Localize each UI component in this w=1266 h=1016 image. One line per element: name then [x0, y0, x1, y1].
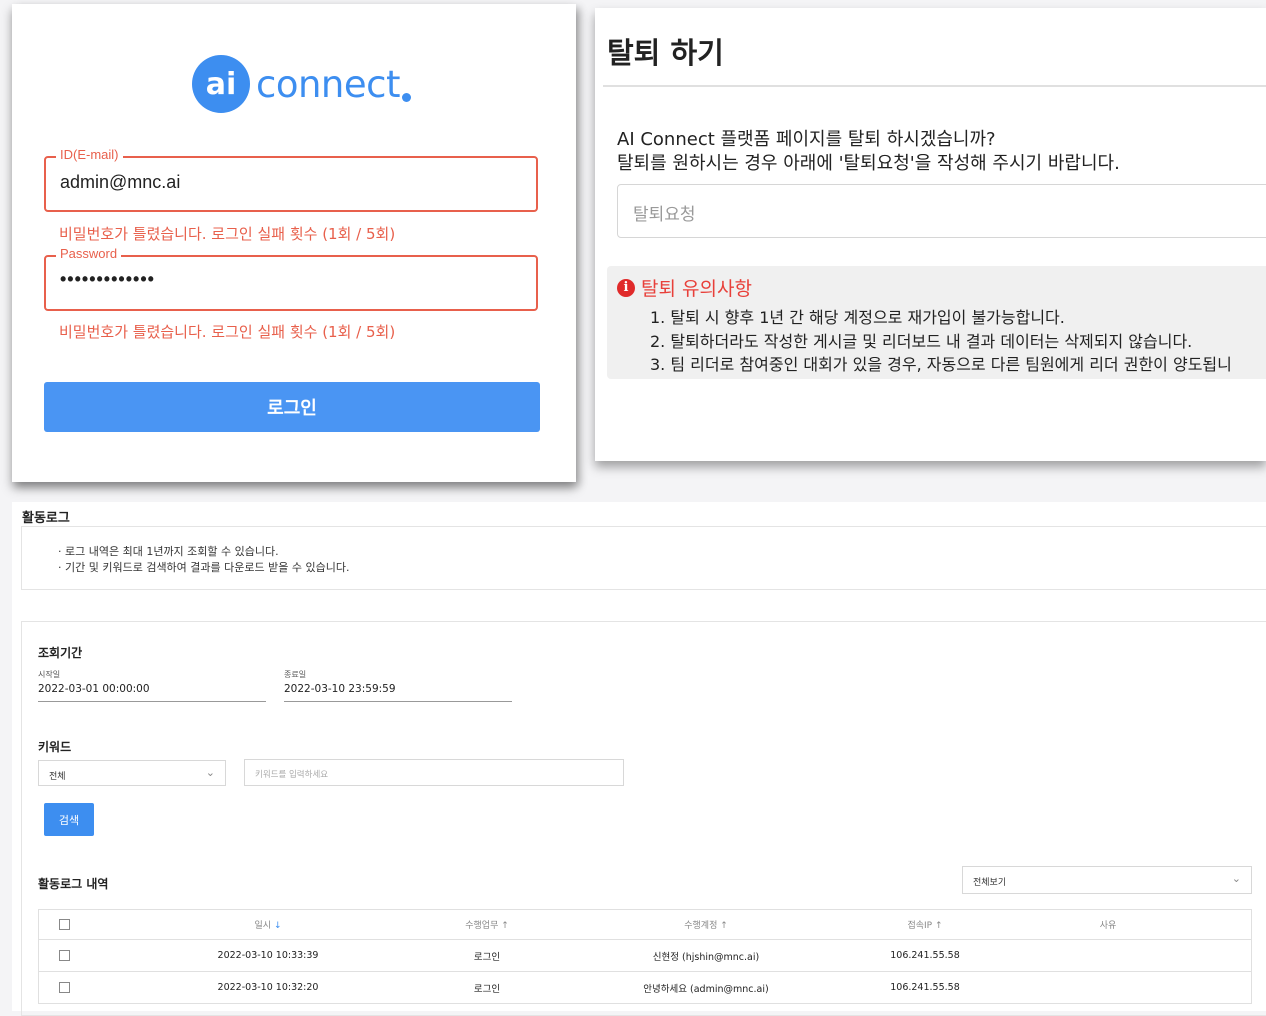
col-reason-label: 사유	[1099, 921, 1117, 931]
start-date-label: 시작일	[38, 670, 61, 679]
withdraw-notice-box: i 탈퇴 유의사항 1. 탈퇴 시 향후 1년 간 해당 계정으로 재가입이 불…	[607, 266, 1266, 379]
col-ip[interactable]: 접속IP ↑	[885, 909, 965, 940]
period-label: 조회기간	[38, 646, 83, 660]
row-account: 신현정 (hjshin@mnc.ai)	[527, 939, 885, 972]
withdraw-panel: 탈퇴 하기 AI Connect 플랫폼 페이지를 탈퇴 하시겠습니까? 탈퇴를…	[595, 8, 1266, 461]
table-row[interactable]: 2022-03-10 10:32:20 로그인 안녕하세요 (admin@mnc…	[38, 971, 1252, 1004]
row-ip: 106.241.55.58	[885, 939, 965, 972]
row-checkbox[interactable]	[58, 982, 70, 993]
col-account-label: 수행계정	[684, 921, 718, 931]
sort-asc-icon[interactable]: ↑	[717, 921, 728, 931]
row-task: 로그인	[447, 971, 527, 1004]
col-datetime-label: 일시	[254, 921, 272, 931]
password-field-label: Password	[56, 246, 122, 261]
keyword-type-select[interactable]: 전체 ⌄	[38, 760, 226, 786]
row-ip: 106.241.55.58	[885, 971, 965, 1004]
keyword-input[interactable]: 키워드를 입력하세요	[244, 759, 624, 786]
log-info-line: · 기간 및 키워드로 검색하여 결과를 다운로드 받을 수 있습니다.	[58, 561, 350, 574]
notice-item: 1. 탈퇴 시 향후 1년 간 해당 계정으로 재가입이 불가능합니다.	[650, 308, 1065, 327]
logo-badge: ai	[192, 53, 254, 113]
end-date-underline	[284, 701, 512, 702]
col-task-label: 수행업무	[465, 921, 499, 931]
row-datetime: 2022-03-10 10:32:20	[89, 971, 447, 1004]
withdraw-title: 탈퇴 하기	[607, 36, 724, 70]
keyword-label: 키워드	[38, 740, 72, 754]
search-button[interactable]: 검색	[44, 803, 94, 836]
sort-asc-icon[interactable]: ↑	[932, 921, 943, 931]
notice-item: 3. 팀 리더로 참여중인 대회가 있을 경우, 자동으로 다른 팀원에게 리더…	[650, 355, 1232, 374]
withdraw-request-input[interactable]: 탈퇴요청	[617, 184, 1266, 238]
row-task: 로그인	[447, 939, 527, 972]
login-button[interactable]: 로그인	[44, 382, 540, 432]
email-field-value[interactable]: admin@mnc.ai	[60, 172, 180, 193]
info-icon: i	[617, 278, 635, 297]
notice-item: 2. 탈퇴하더라도 작성한 게시글 및 리더보드 내 결과 데이터는 삭제되지 …	[650, 332, 1193, 351]
row-datetime: 2022-03-10 10:33:39	[89, 939, 447, 972]
email-error-message: 비밀번호가 틀렸습니다. 로그인 실패 횟수 (1회 / 5회)	[59, 225, 396, 243]
sort-asc-icon[interactable]: ↑	[498, 921, 509, 931]
activity-log-title: 활동로그	[22, 511, 70, 526]
password-field[interactable]: Password •••••••••••••	[44, 246, 538, 311]
chevron-down-icon: ⌄	[205, 766, 215, 779]
col-datetime[interactable]: 일시 ↓	[89, 909, 447, 940]
row-checkbox-cell[interactable]	[38, 939, 89, 972]
notice-title: i 탈퇴 유의사항	[617, 274, 752, 301]
activity-log-panel: 활동로그 · 로그 내역은 최대 1년까지 조회할 수 있습니다. · 기간 및…	[12, 502, 1266, 1016]
view-filter-value: 전체보기	[973, 878, 1007, 888]
ai-connect-logo: ai connect	[192, 53, 411, 114]
notice-title-text: 탈퇴 유의사항	[641, 278, 752, 300]
history-label: 활동로그 내역	[38, 877, 109, 891]
row-reason	[965, 971, 1252, 1004]
col-account[interactable]: 수행계정 ↑	[527, 909, 885, 940]
keyword-input-placeholder: 키워드를 입력하세요	[255, 770, 329, 780]
sort-desc-icon[interactable]: ↓	[271, 921, 282, 931]
col-ip-label: 접속IP	[907, 921, 933, 931]
row-checkbox-cell[interactable]	[38, 971, 89, 1004]
end-date-label: 종료일	[284, 670, 307, 679]
chevron-down-icon: ⌄	[1231, 872, 1241, 885]
activity-log-table: 일시 ↓ 수행업무 ↑ 수행계정 ↑ 접속IP ↑ 사유 2022-03-10 …	[38, 909, 1252, 1004]
password-field-value[interactable]: •••••••••••••	[60, 269, 155, 290]
table-header-row: 일시 ↓ 수행업무 ↑ 수행계정 ↑ 접속IP ↑ 사유	[38, 909, 1252, 940]
select-all-checkbox[interactable]	[58, 919, 70, 930]
logo-dot	[402, 92, 411, 102]
select-all-checkbox-cell[interactable]	[38, 909, 89, 940]
keyword-type-value: 전체	[49, 772, 66, 782]
email-field-label: ID(E-mail)	[56, 147, 123, 162]
password-error-message: 비밀번호가 틀렸습니다. 로그인 실패 횟수 (1회 / 5회)	[59, 323, 396, 341]
withdraw-request-placeholder: 탈퇴요청	[633, 205, 696, 225]
title-divider	[603, 85, 1266, 87]
col-task[interactable]: 수행업무 ↑	[447, 909, 527, 940]
logo-text: connect	[256, 62, 401, 106]
log-info-box: · 로그 내역은 최대 1년까지 조회할 수 있습니다. · 기간 및 키워드로…	[21, 526, 1266, 590]
login-panel: ai connect ID(E-mail) admin@mnc.ai 비밀번호가…	[12, 4, 576, 482]
email-field[interactable]: ID(E-mail) admin@mnc.ai	[44, 147, 538, 212]
row-reason	[965, 939, 1252, 972]
row-checkbox[interactable]	[58, 950, 70, 961]
end-date-input[interactable]: 2022-03-10 23:59:59	[284, 683, 396, 695]
start-date-input[interactable]: 2022-03-01 00:00:00	[38, 683, 150, 695]
log-info-line: · 로그 내역은 최대 1년까지 조회할 수 있습니다.	[58, 545, 279, 558]
withdraw-description-1: AI Connect 플랫폼 페이지를 탈퇴 하시겠습니까?	[617, 129, 996, 150]
log-search-section: 조회기간 시작일 2022-03-01 00:00:00 종료일 2022-03…	[21, 621, 1266, 1016]
row-account: 안녕하세요 (admin@mnc.ai)	[527, 971, 885, 1004]
withdraw-description-2: 탈퇴를 원하시는 경우 아래에 '탈퇴요청'을 작성해 주시기 바랍니다.	[617, 153, 1120, 174]
view-filter-select[interactable]: 전체보기 ⌄	[962, 866, 1252, 894]
col-reason: 사유	[965, 909, 1252, 940]
table-row[interactable]: 2022-03-10 10:33:39 로그인 신현정 (hjshin@mnc.…	[38, 939, 1252, 972]
start-date-underline	[38, 701, 266, 702]
